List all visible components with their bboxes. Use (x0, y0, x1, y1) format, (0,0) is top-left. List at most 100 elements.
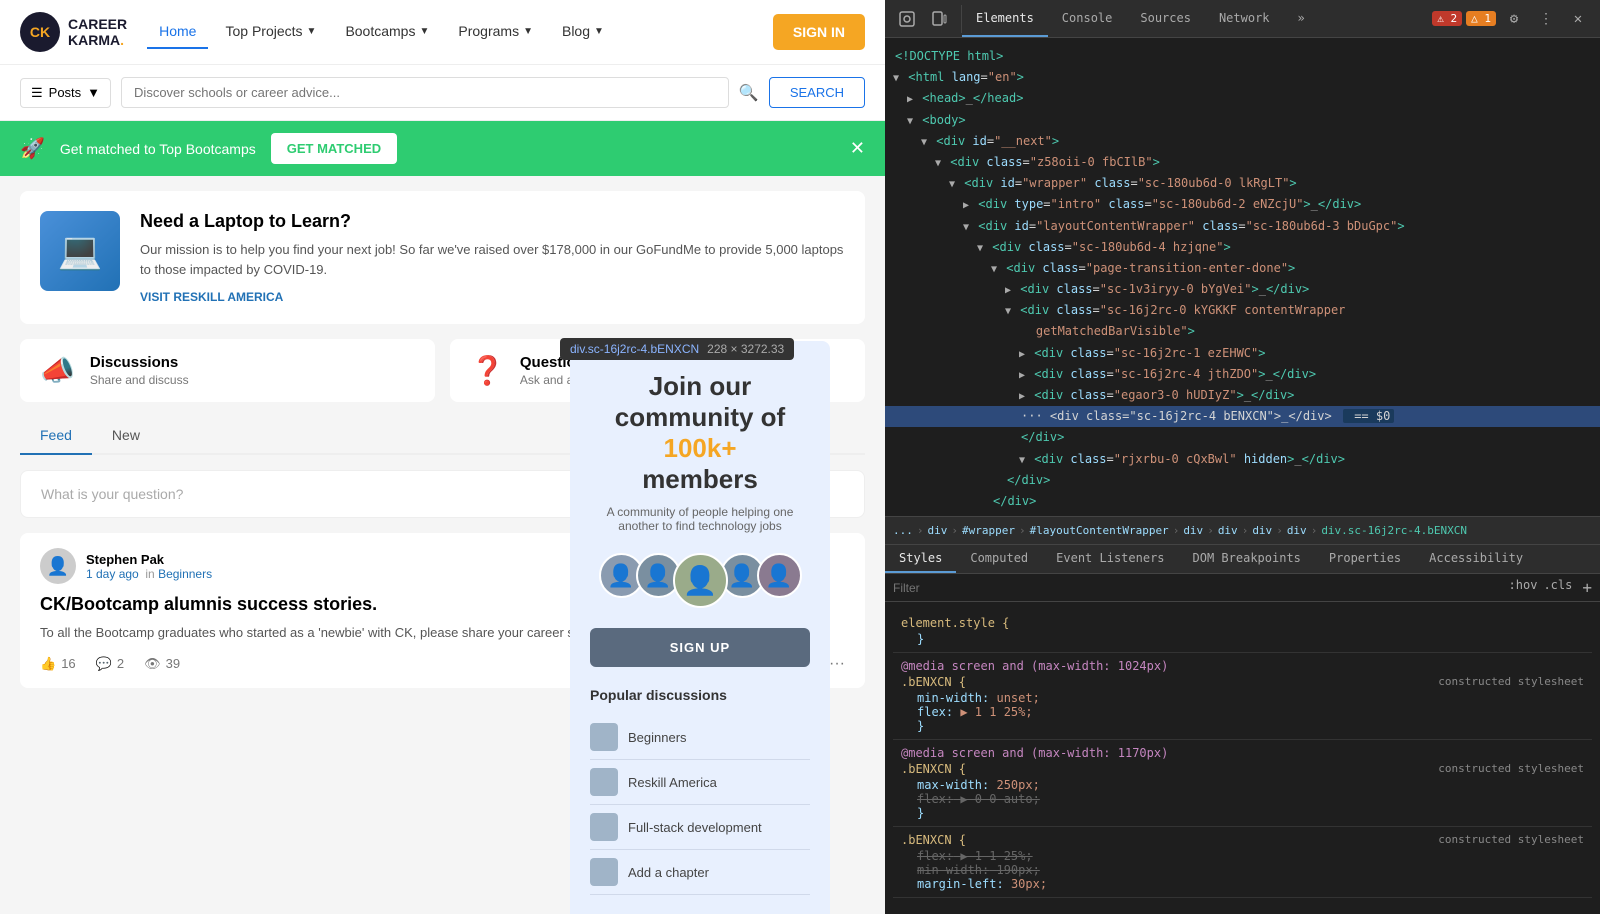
bc-div2[interactable]: div (1183, 524, 1203, 537)
css-prop: margin-left: 30px; (901, 877, 1584, 891)
posts-dropdown[interactable]: ☰ Posts ▼ (20, 78, 111, 108)
get-matched-button[interactable]: GET MATCHED (271, 133, 397, 164)
media-query: @media screen and (max-width: 1170px) (901, 746, 1584, 760)
css-source: constructed stylesheet (1438, 762, 1584, 775)
laptop-title: Need a Laptop to Learn? (140, 211, 845, 232)
bc-div4[interactable]: div (1252, 524, 1272, 537)
bc-current[interactable]: div.sc-16j2rc-4.bENXCN (1321, 524, 1467, 537)
html-line[interactable]: <div class="rjxrbu-0 cQxBwl" hidden>_</d… (885, 449, 1600, 470)
css-selector[interactable]: .bENXCN { constructed stylesheet (901, 675, 1584, 689)
hov-toggle[interactable]: :hov (1509, 578, 1538, 597)
html-line[interactable]: <div id="layoutContentWrapper" class="sc… (885, 216, 1600, 237)
more-options-icon[interactable]: ⋮ (1532, 5, 1560, 33)
disc-item-reskill[interactable]: Reskill America (590, 760, 810, 805)
like-action[interactable]: 👍 16 (40, 656, 76, 672)
html-line[interactable]: <div class="page-transition-enter-done"> (885, 258, 1600, 279)
tab-dom-breakpoints[interactable]: DOM Breakpoints (1179, 545, 1315, 573)
devtools-tab-network[interactable]: Network (1205, 0, 1284, 37)
banner-close-button[interactable]: ✕ (850, 138, 865, 159)
tab-properties[interactable]: Properties (1315, 545, 1415, 573)
html-line[interactable]: </div> (885, 427, 1600, 448)
search-input[interactable] (121, 77, 729, 108)
nav-links: Home Top Projects ▼ Bootcamps ▼ Programs… (147, 15, 753, 49)
tab-new[interactable]: New (92, 417, 160, 455)
tab-accessibility[interactable]: Accessibility (1415, 545, 1537, 573)
devtools-tab-more[interactable]: » (1284, 0, 1319, 37)
disc-item-beginners[interactable]: Beginners (590, 715, 810, 760)
html-line[interactable]: getMatchedBarVisible"> (885, 321, 1600, 342)
html-line[interactable]: <body> (885, 110, 1600, 131)
tab-feed[interactable]: Feed (20, 417, 92, 455)
sign-up-button[interactable]: SIGN UP (590, 628, 810, 667)
tab-event-listeners[interactable]: Event Listeners (1042, 545, 1178, 573)
tab-styles[interactable]: Styles (885, 545, 956, 573)
sign-in-button[interactable]: SIGN IN (773, 14, 865, 50)
nav-programs[interactable]: Programs ▼ (446, 15, 545, 49)
disc-item-fullstack[interactable]: Full-stack development (590, 805, 810, 850)
nav-blog[interactable]: Blog ▼ (550, 15, 616, 49)
bc-dots[interactable]: ... (893, 524, 913, 537)
css-block-media-1170: @media screen and (max-width: 1170px) .b… (893, 740, 1592, 827)
main-content: 💻 Need a Laptop to Learn? Our mission is… (0, 176, 885, 718)
more-options-button[interactable]: ··· (829, 655, 845, 673)
css-selector[interactable]: .bENXCN { constructed stylesheet (901, 833, 1584, 847)
css-prop-strikethrough: flex: ▶ 0 0 auto; (901, 792, 1584, 806)
html-line[interactable]: <div id="__next"> (885, 131, 1600, 152)
html-line[interactable]: <div type="intro" class="sc-180ub6d-2 eN… (885, 194, 1600, 215)
devtools-tab-elements[interactable]: Elements (962, 0, 1048, 37)
search-button[interactable]: SEARCH (769, 77, 865, 108)
html-line[interactable]: </div> (885, 470, 1600, 491)
css-selector[interactable]: element.style { (901, 616, 1584, 630)
disc-icon-fullstack (590, 813, 618, 841)
logo-text: CAREER KARMA. (68, 16, 127, 48)
comment-action[interactable]: 💬 2 (96, 656, 124, 672)
logo[interactable]: CK CAREER KARMA. (20, 12, 127, 52)
html-line[interactable]: <div class="egaor3-0 hUDIyZ">_</div> (885, 385, 1600, 406)
devtools-tabs: Elements Console Sources Network » (962, 0, 1319, 37)
add-style-button[interactable]: + (1582, 578, 1592, 597)
html-line[interactable]: <html lang="en"> (885, 67, 1600, 88)
devtools-topbar: Elements Console Sources Network » ⚠ 2 △… (885, 0, 1600, 38)
nav-top-projects[interactable]: Top Projects ▼ (213, 15, 328, 49)
laptop-card: 💻 Need a Laptop to Learn? Our mission is… (20, 191, 865, 324)
html-line[interactable]: <div id="wrapper" class="sc-180ub6d-0 lk… (885, 173, 1600, 194)
html-line[interactable]: <!DOCTYPE html> (885, 46, 1600, 67)
html-line[interactable]: <div class="sc-180ub6d-4 hzjqne"> (885, 237, 1600, 258)
discussions-card[interactable]: 📣 Discussions Share and discuss (20, 339, 435, 402)
css-prop: } (901, 632, 1584, 646)
nav-bootcamps[interactable]: Bootcamps ▼ (333, 15, 441, 49)
html-line[interactable]: <div class="sc-16j2rc-4 jthZDO">_</div> (885, 364, 1600, 385)
device-icon[interactable] (925, 5, 953, 33)
css-selector[interactable]: .bENXCN { constructed stylesheet (901, 762, 1584, 776)
member-avatar: 👤 (757, 553, 802, 598)
css-source: constructed stylesheet (1438, 833, 1584, 846)
html-line[interactable]: <div class="z58oii-0 fbCIlB"> (885, 152, 1600, 173)
close-icon[interactable]: ✕ (1564, 5, 1592, 33)
filter-input[interactable] (893, 581, 1509, 595)
html-line[interactable]: <head>_</head> (885, 88, 1600, 109)
search-icon[interactable]: 🔍 (739, 83, 759, 103)
bc-wrapper[interactable]: #wrapper (962, 524, 1015, 537)
questions-icon: ❓ (470, 354, 505, 387)
devtools-tab-sources[interactable]: Sources (1126, 0, 1205, 37)
settings-icon[interactable]: ⚙ (1500, 5, 1528, 33)
bc-div5[interactable]: div (1287, 524, 1307, 537)
inspect-icon[interactable] (893, 5, 921, 33)
tab-computed[interactable]: Computed (956, 545, 1042, 573)
html-line[interactable]: <div class="sc-16j2rc-0 kYGKKF contentWr… (885, 300, 1600, 321)
cls-toggle[interactable]: .cls (1543, 578, 1572, 597)
html-line[interactable]: <div class="sc-16j2rc-1 ezEHWC"> (885, 343, 1600, 364)
html-line-selected[interactable]: ··· <div class="sc-16j2rc-4 bENXCN">_</d… (885, 406, 1600, 427)
navbar: CK CAREER KARMA. Home Top Projects ▼ Boo… (0, 0, 885, 65)
disc-label: Add a chapter (628, 865, 709, 880)
bc-div3[interactable]: div (1218, 524, 1238, 537)
bc-layout[interactable]: #layoutContentWrapper (1030, 524, 1169, 537)
nav-home[interactable]: Home (147, 15, 208, 49)
visit-link[interactable]: VISIT RESKILL AMERICA (140, 290, 283, 304)
discussions-info: Discussions Share and discuss (90, 354, 189, 387)
disc-item-addchapter[interactable]: Add a chapter (590, 850, 810, 895)
html-line[interactable]: <div class="sc-1v3iryy-0 bYgVei">_</div> (885, 279, 1600, 300)
html-line[interactable]: </div> (885, 491, 1600, 512)
devtools-tab-console[interactable]: Console (1048, 0, 1127, 37)
bc-div1[interactable]: div (928, 524, 948, 537)
